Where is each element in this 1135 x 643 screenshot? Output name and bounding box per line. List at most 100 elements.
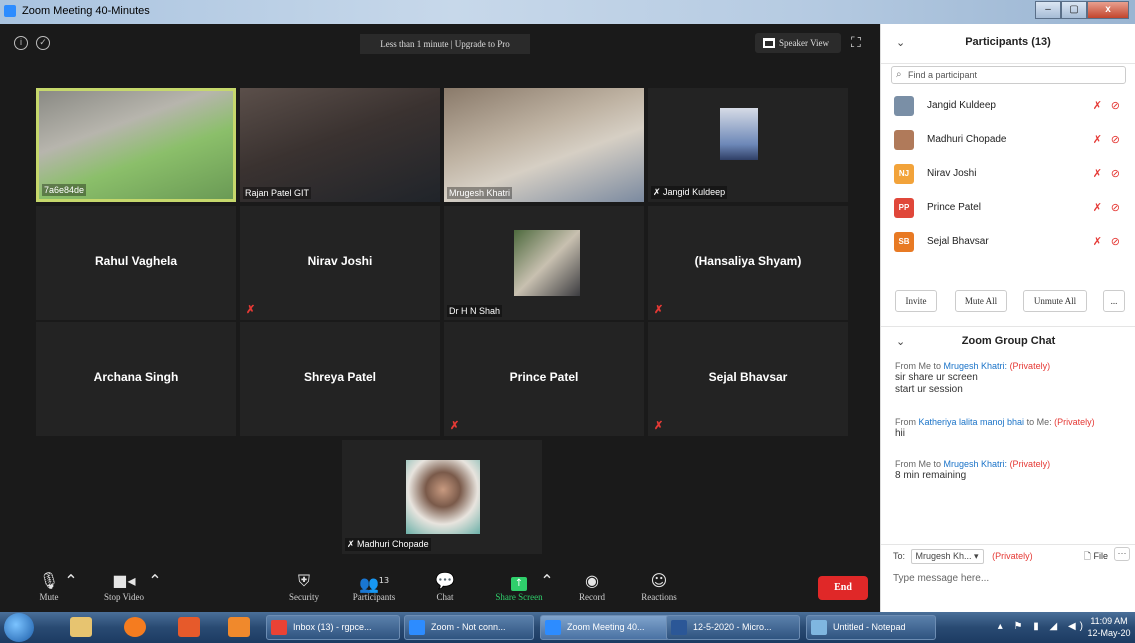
avatar [894,96,914,116]
chat-button[interactable]: 💬 Chat [430,570,460,602]
side-panel: ⌄ Participants (13) ⌕ Find a participant… [880,24,1135,612]
taskbar-button[interactable]: Untitled - Notepad [806,615,936,640]
taskbar-button[interactable]: Zoom - Not conn... [404,615,534,640]
more-options-button[interactable]: ... [1103,290,1125,312]
muted-microphone-icon: ✗ [450,420,460,432]
participant-video [39,91,233,199]
unmute-all-button[interactable]: Unmute All [1023,290,1087,312]
chat-message: From Katheriya lalita manoj bhai to Me: … [895,417,1095,439]
participant-name: Rahul Vaghela [94,254,178,268]
mute-all-button[interactable]: Mute All [955,290,1007,312]
clock[interactable]: 11:09 AM 12-May-20 [1087,615,1131,639]
muted-microphone-icon: ✗ [246,304,256,316]
shield-icon[interactable]: ✓ [36,36,50,50]
firefox-icon[interactable] [124,617,146,637]
chat-recipient-select[interactable]: Mrugesh Kh... ▾ [910,549,984,564]
title-bar: Zoom Meeting 40-Minutes – ▢ x [0,0,1135,24]
meeting-area: i ✓ Less than 1 minute | Upgrade to Pro … [0,24,880,612]
video-tile[interactable]: Shreya Patel [240,322,440,436]
media-player-icon[interactable] [228,617,250,637]
speaker-view-icon [763,38,775,48]
end-meeting-button[interactable]: End [818,576,868,600]
chat-message-input[interactable]: Type message here... [893,573,989,584]
file-button[interactable]: 🗋 File [1084,549,1108,565]
muted-microphone-icon: ✗ [654,304,664,316]
stop-video-button[interactable]: ■◂ Stop Video [96,570,152,602]
invite-button[interactable]: Invite [895,290,937,312]
participant-row[interactable]: Jangid Kuldeep ✗ ⊘ [881,88,1135,122]
fullscreen-icon[interactable]: ⛶ [851,35,865,49]
participants-button[interactable]: 👥13 Participants [344,570,404,602]
office-icon[interactable] [178,617,200,637]
participant-row[interactable]: PP Prince Patel ✗ ⊘ [881,190,1135,224]
record-button[interactable]: ◉ Record [574,570,610,602]
muted-microphone-icon[interactable]: ✗ [1093,167,1102,180]
participant-name: Nirav Joshi [307,254,373,268]
reactions-button[interactable]: ☺ Reactions [634,570,684,602]
muted-microphone-icon[interactable]: ✗ [1093,99,1102,112]
muted-microphone-icon[interactable]: ✗ [1093,201,1102,214]
avatar [894,130,914,150]
video-tile[interactable]: ✗ Jangid Kuldeep [648,88,848,202]
video-tile[interactable]: Rahul Vaghela [36,206,236,320]
video-tile[interactable]: 7a6e84de [36,88,236,202]
video-off-icon[interactable]: ⊘ [1111,167,1120,180]
video-options-caret[interactable]: ⌃ [148,570,162,592]
security-button[interactable]: ⛨ Security [284,570,324,602]
chat-more-button[interactable]: ··· [1114,547,1130,561]
video-off-icon[interactable]: ⊘ [1111,201,1120,214]
share-options-caret[interactable]: ⌃ [540,570,554,592]
mute-button[interactable]: 🎙 Mute [34,570,64,602]
minimize-button[interactable]: – [1035,1,1061,19]
profile-picture [720,108,758,160]
video-tile[interactable]: Rajan Patel GIT [240,88,440,202]
share-screen-icon: ↑ [511,577,527,591]
avatar: SB [894,232,914,252]
taskbar-button[interactable]: Zoom Meeting 40... [540,615,670,640]
taskbar-label: Zoom Meeting 40... [567,622,645,632]
video-off-icon[interactable]: ⊘ [1111,133,1120,146]
record-icon: ◉ [585,571,599,590]
chat-message: From Me to Mrugesh Khatri: (Privately) 8… [895,459,1051,481]
video-tile[interactable]: Mrugesh Khatri [444,88,644,202]
video-tile[interactable]: Sejal Bhavsar ✗ [648,322,848,436]
taskbar-button[interactable]: 12-5-2020 - Micro... [666,615,800,640]
start-button[interactable] [4,613,34,642]
muted-microphone-icon[interactable]: ✗ [1093,235,1102,248]
video-tile[interactable]: (Hansaliya Shyam) ✗ [648,206,848,320]
video-tile[interactable]: ✗ Madhuri Chopade [342,440,542,554]
participant-name-tag: ✗ Madhuri Chopade [345,538,431,551]
muted-microphone-icon[interactable]: ✗ [1093,133,1102,146]
windows-taskbar: Inbox (13) - rgpce... Zoom - Not conn... Z… [0,612,1135,643]
app-icon [409,620,425,635]
video-tile[interactable]: Dr H N Shah [444,206,644,320]
meeting-toolbar: 🎙 Mute ⌃ ■◂ Stop Video ⌃ ⛨ Security 👥13 … [0,564,880,612]
participant-row[interactable]: NJ Nirav Joshi ✗ ⊘ [881,156,1135,190]
chat-message: From Me to Mrugesh Khatri: (Privately) s… [895,361,1051,395]
speaker-view-button[interactable]: Speaker View [755,33,841,53]
file-explorer-icon[interactable] [70,617,92,637]
meeting-timer-banner[interactable]: Less than 1 minute | Upgrade to Pro [360,34,530,54]
participant-row[interactable]: Madhuri Chopade ✗ ⊘ [881,122,1135,156]
restore-button[interactable]: ▢ [1061,1,1087,19]
system-tray[interactable]: ▴ ⚑ ▮ ◢ ◀) [998,621,1087,632]
audio-options-caret[interactable]: ⌃ [64,570,78,592]
participant-search-input[interactable]: ⌕ Find a participant [891,66,1126,84]
participant-name: Shreya Patel [303,370,377,384]
microphone-icon: 🎙 [38,571,60,590]
participant-row[interactable]: SB Sejal Bhavsar ✗ ⊘ [881,224,1135,258]
close-button[interactable]: x [1087,1,1129,19]
participant-name-tag: Rajan Patel GIT [243,187,312,199]
chat-title: Zoom Group Chat [961,335,1056,347]
taskbar-button[interactable]: Inbox (13) - rgpce... [266,615,400,640]
participant-name-tag: ✗ Jangid Kuldeep [651,186,728,199]
info-icon[interactable]: i [14,36,28,50]
chat-bubble-icon: 💬 [435,571,455,590]
participants-title: Participants (13) [965,36,1051,48]
video-off-icon[interactable]: ⊘ [1111,99,1120,112]
participant-video [240,88,440,202]
video-tile[interactable]: Prince Patel ✗ [444,322,644,436]
video-off-icon[interactable]: ⊘ [1111,235,1120,248]
video-tile[interactable]: Archana Singh [36,322,236,436]
video-tile[interactable]: Nirav Joshi ✗ [240,206,440,320]
